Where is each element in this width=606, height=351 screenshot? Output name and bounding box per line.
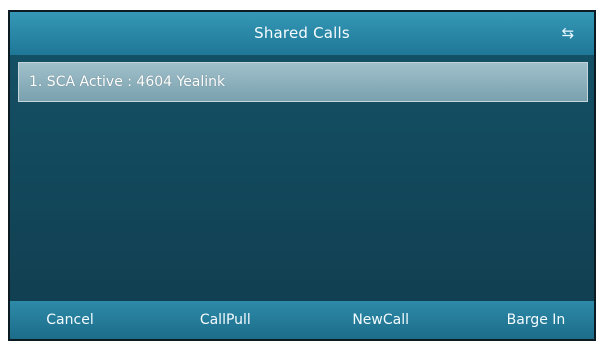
title-bar: Shared Calls ⇆ — [10, 12, 594, 55]
callpull-button[interactable]: CallPull — [183, 312, 267, 328]
newcall-button[interactable]: NewCall — [339, 312, 423, 328]
phone-status-icon: ⇆ — [561, 24, 575, 42]
screen-title: Shared Calls — [254, 24, 350, 42]
barge-in-button[interactable]: Barge In — [494, 312, 578, 328]
softkey-bar: Cancel CallPull NewCall Barge In — [10, 301, 594, 339]
phone-screen: Shared Calls ⇆ 1. SCA Active : 4604 Yeal… — [8, 10, 596, 341]
list-item[interactable]: 1. SCA Active : 4604 Yealink — [18, 62, 588, 102]
shared-calls-list: 1. SCA Active : 4604 Yealink — [10, 55, 594, 305]
cancel-button[interactable]: Cancel — [28, 312, 112, 328]
list-item-label: 1. SCA Active : 4604 Yealink — [29, 74, 226, 90]
